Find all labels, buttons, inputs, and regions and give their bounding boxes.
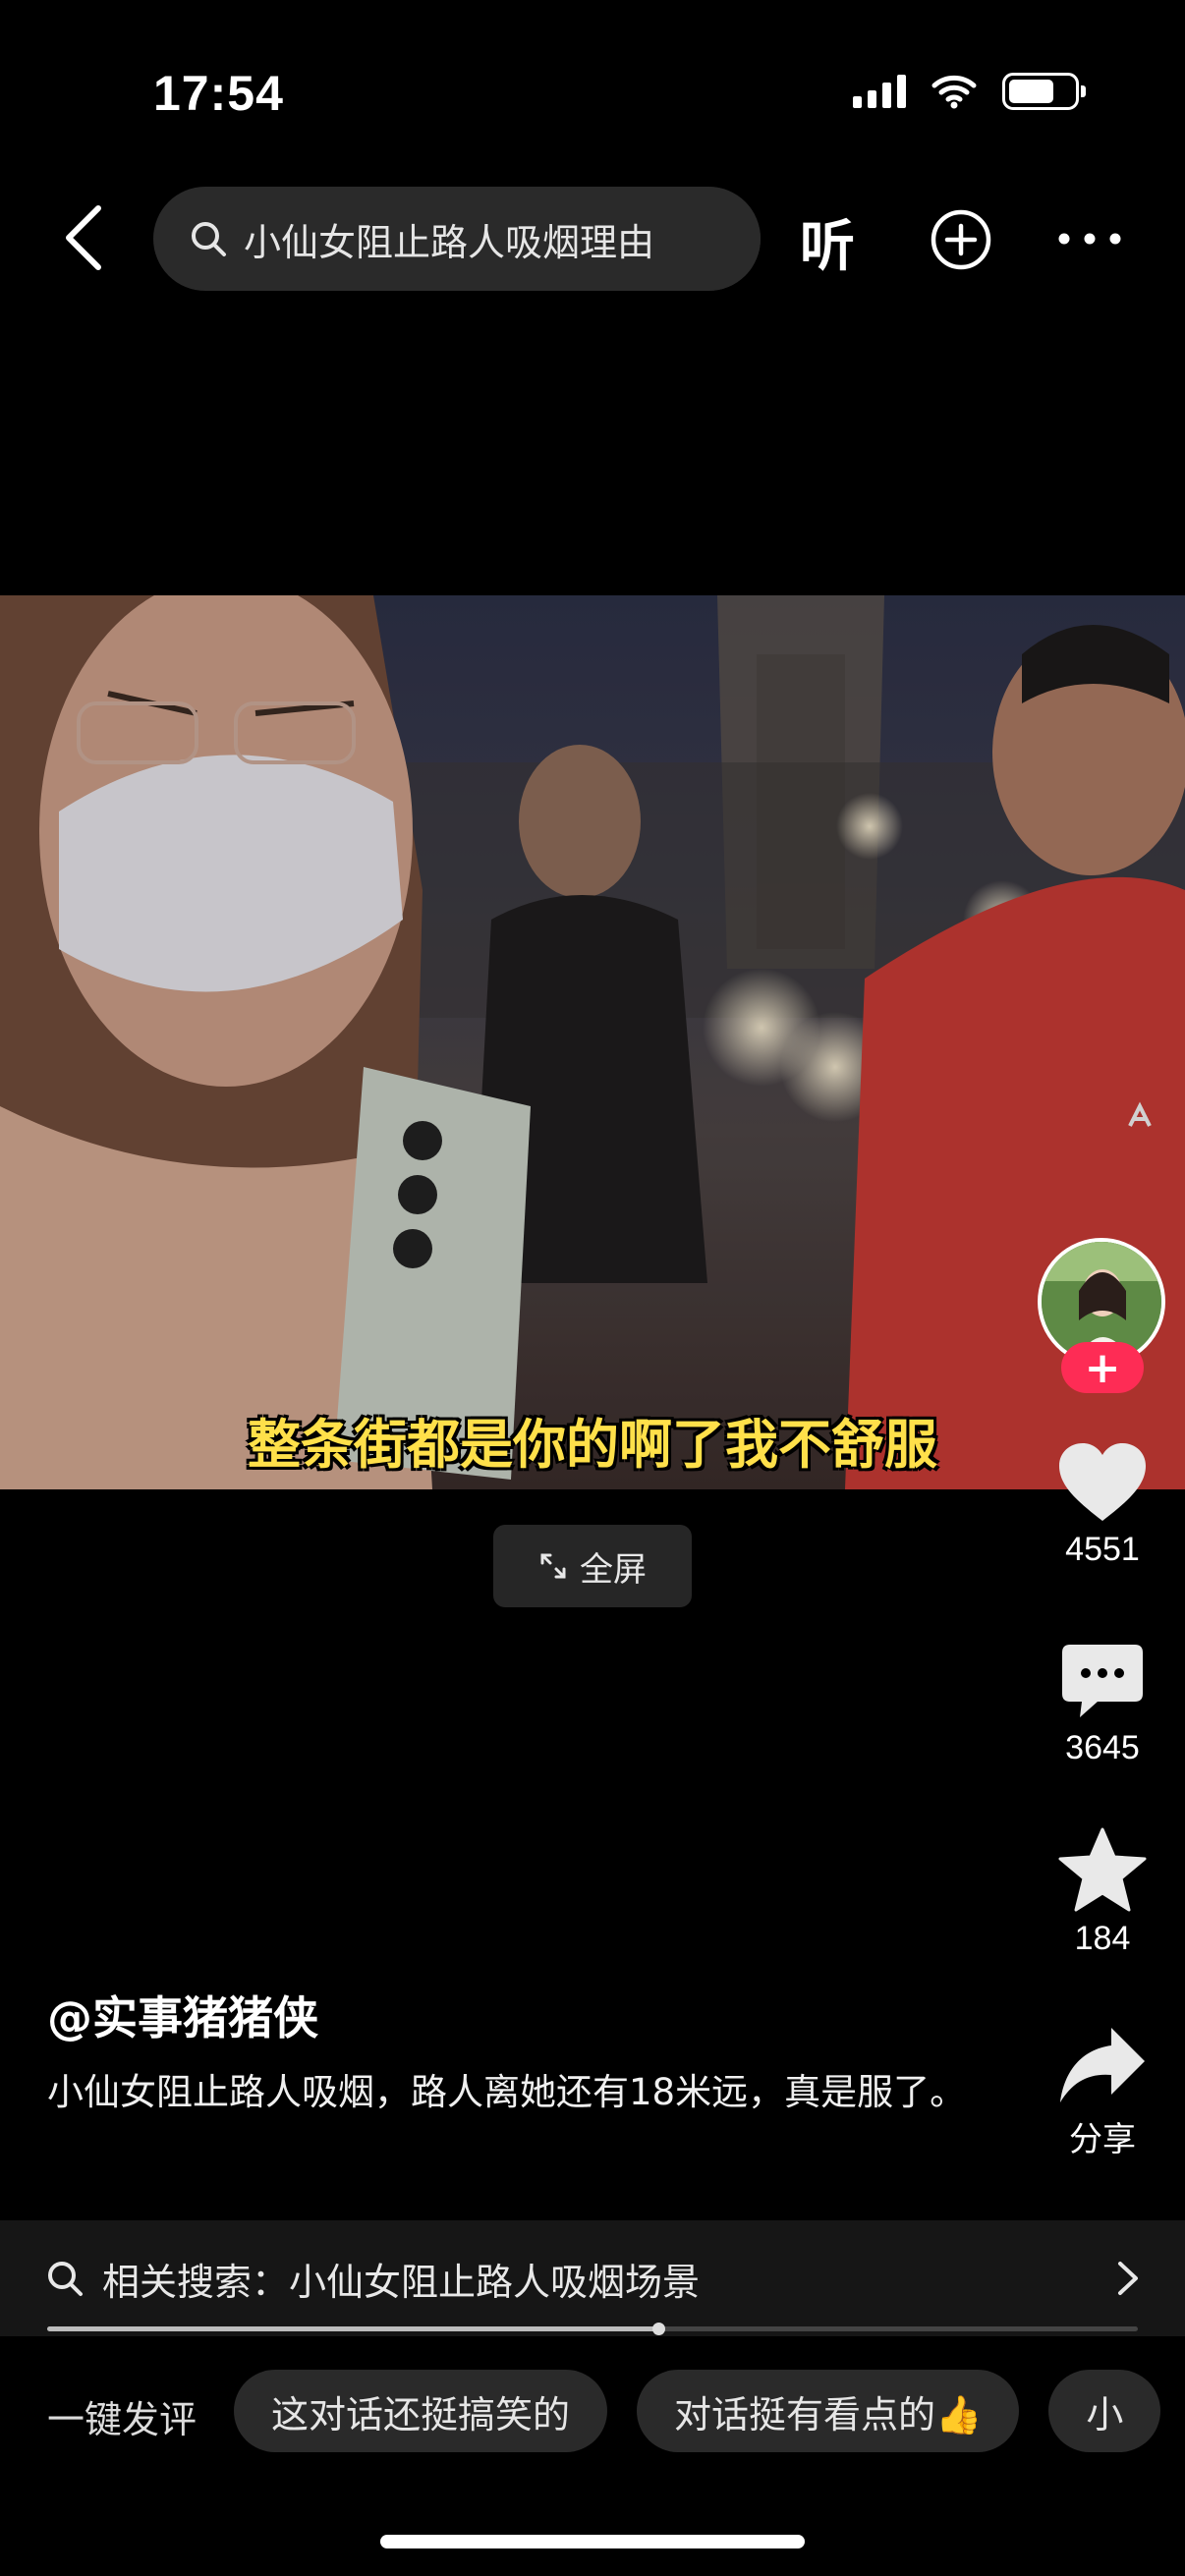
video-frame-illustration [0, 595, 1185, 1489]
comment-button[interactable]: 3645 [1042, 1643, 1163, 1767]
playback-progress-bar[interactable] [47, 2323, 1138, 2335]
wifi-icon [931, 75, 977, 109]
quick-comment-chips: 这对话还挺搞笑的 对话挺有看点的👍 小 [234, 2370, 1161, 2452]
video-player[interactable]: 整条街都是你的啊了我不舒服 [0, 595, 1185, 1489]
quick-comment-chip[interactable]: 小 [1048, 2370, 1161, 2452]
author-name[interactable]: @实事猪猪侠 [47, 1983, 318, 2047]
chevron-right-icon [1118, 2262, 1138, 2295]
add-icon[interactable] [930, 208, 992, 271]
comment-icon [1062, 1645, 1143, 1717]
search-bar[interactable]: 小仙女阻止路人吸烟理由 [153, 187, 761, 291]
related-search-label: 相关搜索：小仙女阻止路人吸烟场景 [102, 2260, 701, 2304]
fullscreen-label: 全屏 [580, 1549, 647, 1590]
more-options-icon[interactable] [1057, 232, 1122, 246]
search-icon [48, 2262, 83, 2296]
expand-icon [540, 1553, 566, 1579]
quick-comment-chip[interactable]: 这对话还挺搞笑的 [234, 2370, 608, 2452]
follow-button[interactable]: + [1061, 1342, 1144, 1393]
video-subtitle: 整条街都是你的啊了我不舒服 [248, 1414, 937, 1476]
favorite-button[interactable]: 184 [1042, 1827, 1163, 1958]
battery-icon [1002, 73, 1086, 110]
search-query: 小仙女阻止路人吸烟理由 [244, 220, 655, 264]
share-label: 分享 [1069, 2121, 1136, 2158]
like-count: 4551 [1065, 1531, 1140, 1568]
back-button[interactable] [57, 202, 112, 273]
comment-count: 3645 [1065, 1729, 1140, 1766]
status-icons [853, 73, 1086, 110]
favorite-count: 184 [1074, 1920, 1131, 1957]
listen-button[interactable]: 听 [800, 202, 855, 282]
cellular-signal-icon [853, 75, 906, 108]
related-search-bar[interactable]: 相关搜索：小仙女阻止路人吸烟场景 [0, 2220, 1185, 2336]
star-icon [1058, 1827, 1147, 1912]
quick-comment-label: 一键发评 [47, 2398, 198, 2441]
heart-icon [1059, 1443, 1146, 1521]
share-button[interactable]: 分享 [1042, 2026, 1163, 2160]
progress-scrubber[interactable] [651, 2323, 665, 2335]
search-icon [192, 222, 226, 256]
share-arrow-icon [1060, 2028, 1145, 2102]
like-button[interactable]: 4551 [1042, 1442, 1163, 1569]
fullscreen-button[interactable]: 全屏 [493, 1525, 692, 1607]
home-indicator[interactable] [380, 2535, 805, 2548]
quick-comment-chip[interactable]: 对话挺有看点的👍 [637, 2370, 1020, 2452]
status-time: 17:54 [153, 66, 284, 121]
video-description: 小仙女阻止路人吸烟，路人离她还有18米远，真是服了。 [47, 2071, 967, 2113]
